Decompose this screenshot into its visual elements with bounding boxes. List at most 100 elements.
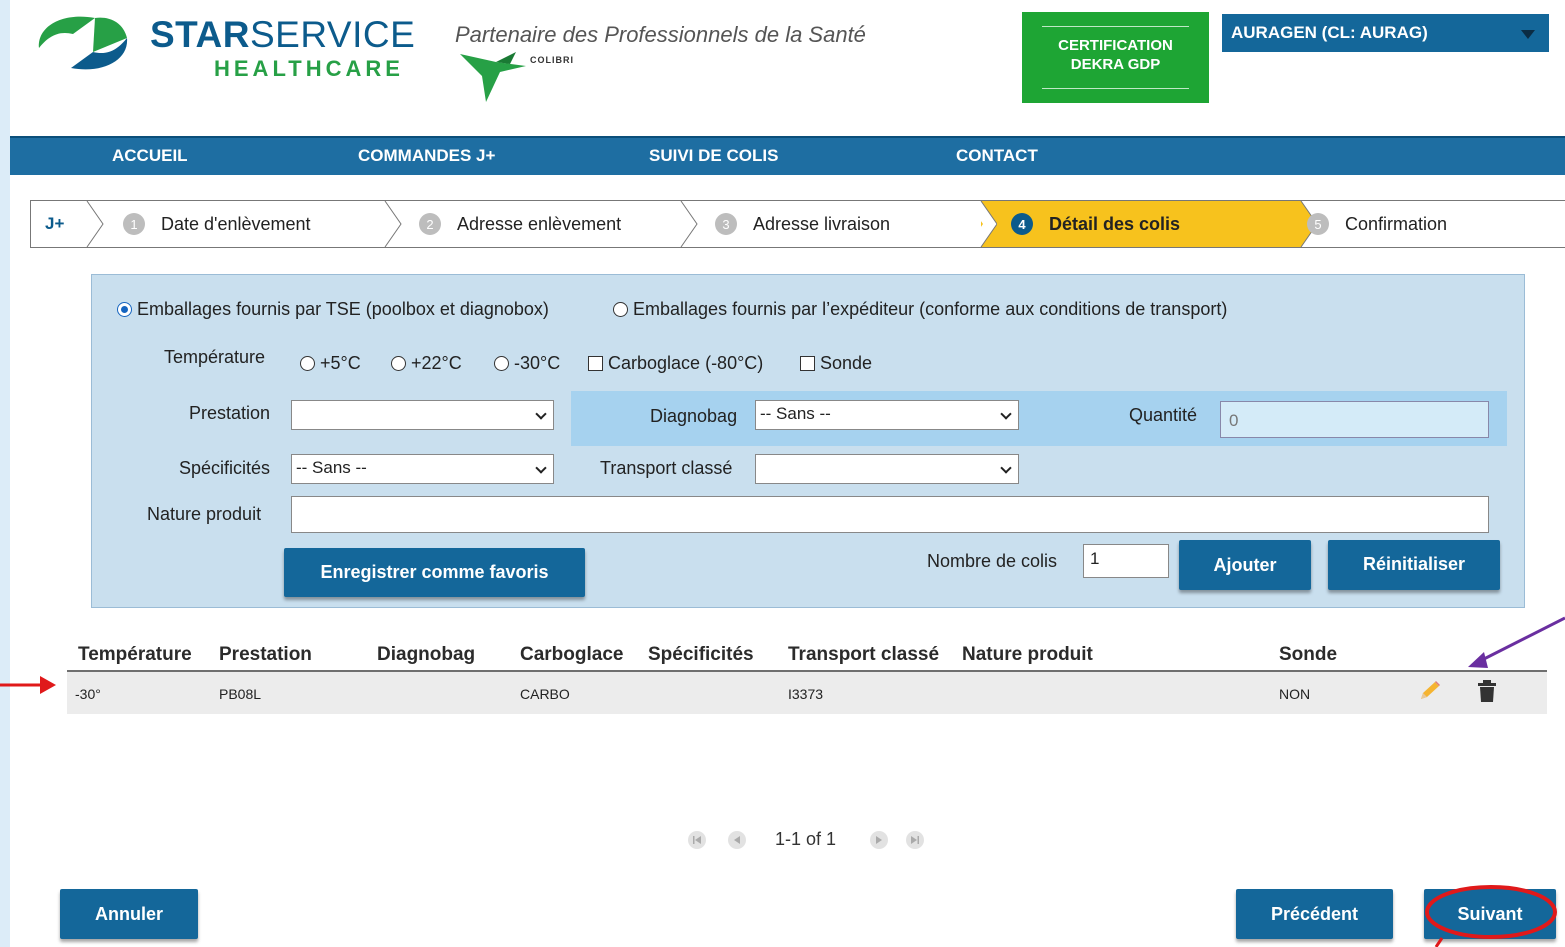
brand-light: SERVICE	[249, 14, 416, 55]
col-header-sonde[interactable]: Sonde	[1279, 644, 1337, 666]
nombre-colis-label: Nombre de colis	[927, 551, 1058, 571]
main-nav: ACCUEIL COMMANDES J+ SUIVI DE COLIS CONT…	[10, 136, 1565, 175]
cell-temperature: -30°	[75, 686, 101, 702]
checkbox[interactable]	[800, 356, 815, 371]
step-date-enlevement[interactable]: 1 Date d'enlèvement	[123, 201, 311, 247]
quantite-label: Quantité	[1129, 405, 1198, 425]
page-frame	[0, 0, 10, 947]
chevron-right-icon	[86, 201, 104, 247]
step-label: Adresse enlèvement	[457, 213, 622, 234]
col-header-carboglace[interactable]: Carboglace	[520, 644, 623, 666]
chevron-right-icon	[967, 201, 997, 247]
add-button[interactable]: Ajouter	[1179, 540, 1311, 590]
transport-classe-label: Transport classé	[600, 458, 733, 478]
step-confirmation[interactable]: 5 Confirmation	[1307, 201, 1447, 247]
step-adresse-enlevement[interactable]: 2 Adresse enlèvement	[419, 201, 621, 247]
radio-button[interactable]	[613, 302, 628, 317]
account-name: AURAGEN (CL: AURAG)	[1231, 23, 1428, 42]
packaging-tse-option[interactable]: Emballages fournis par TSE (poolbox et d…	[117, 299, 549, 320]
brand-bold: STAR	[150, 14, 250, 55]
cert-line1: CERTIFICATION	[1058, 37, 1173, 54]
transport-classe-select[interactable]	[755, 454, 1019, 484]
radio-button[interactable]	[494, 356, 509, 371]
stepper-prefix: J+	[45, 214, 65, 233]
brand-sub: HEALTHCARE	[214, 56, 404, 81]
col-header-prestation[interactable]: Prestation	[219, 644, 312, 666]
chevron-down-icon	[535, 462, 547, 474]
starservice-logo-icon	[38, 16, 128, 70]
colibri-label: COLIBRI	[530, 55, 574, 65]
previous-page-icon[interactable]	[728, 831, 746, 849]
pager-status: 1-1 of 1	[775, 829, 837, 849]
specificites-label: Spécificités	[179, 458, 271, 478]
prestation-label: Prestation	[189, 403, 271, 423]
tagline: Partenaire des Professionnels de la Sant…	[455, 22, 866, 47]
prestation-select[interactable]	[291, 400, 554, 430]
save-favorites-button[interactable]: Enregistrer comme favoris	[284, 548, 585, 597]
cancel-button[interactable]: Annuler	[60, 889, 198, 939]
nav-suivi-colis[interactable]: SUIVI DE COLIS	[649, 146, 778, 166]
col-header-specificites[interactable]: Spécificités	[648, 644, 754, 666]
carboglace-label: Carboglace (-80°C)	[608, 353, 764, 373]
nav-contact[interactable]: CONTACT	[956, 146, 1038, 166]
chevron-down-icon	[535, 408, 547, 420]
step-number: 5	[1307, 213, 1329, 235]
radio-button[interactable]	[117, 302, 132, 317]
brand-logo[interactable]: STARSERVICE HEALTHCARE	[150, 16, 415, 82]
step-label: Adresse livraison	[753, 213, 891, 234]
nature-produit-label: Nature produit	[147, 504, 262, 524]
next-page-icon[interactable]	[870, 831, 888, 849]
step-number: 4	[1011, 213, 1033, 235]
next-button[interactable]: Suivant	[1424, 889, 1556, 939]
chevron-down-icon	[1000, 462, 1012, 474]
packaging-sender-option[interactable]: Emballages fournis par l’expéditeur (con…	[613, 299, 1227, 320]
trash-delete-icon[interactable]	[1477, 679, 1497, 703]
chevron-down-icon	[1000, 408, 1012, 420]
account-selector[interactable]: AURAGEN (CL: AURAG)	[1222, 14, 1549, 52]
sonde-label: Sonde	[820, 353, 873, 373]
cell-prestation: PB08L	[219, 686, 262, 702]
temperature-label: Température	[164, 347, 266, 367]
diagnobag-value: -- Sans --	[760, 404, 831, 423]
cert-line2: DEKRA GDP	[1070, 56, 1161, 73]
step-label: Date d'enlèvement	[161, 213, 311, 234]
nav-accueil[interactable]: ACCUEIL	[112, 146, 188, 166]
step-adresse-livraison[interactable]: 3 Adresse livraison	[715, 201, 890, 247]
first-page-icon[interactable]	[688, 831, 706, 849]
chevron-down-icon	[1521, 30, 1535, 39]
radio-button[interactable]	[300, 356, 315, 371]
diagnobag-select[interactable]: -- Sans --	[755, 400, 1019, 430]
previous-button[interactable]: Précédent	[1236, 889, 1393, 939]
quantite-input[interactable]: 0	[1220, 401, 1489, 438]
temp-option-label: +5°C	[320, 353, 361, 373]
radio-button[interactable]	[391, 356, 406, 371]
reset-button[interactable]: Réinitialiser	[1328, 540, 1500, 590]
col-header-temperature[interactable]: Température	[78, 644, 192, 666]
step-number: 1	[123, 213, 145, 235]
sonde-checkbox[interactable]: Sonde	[800, 353, 872, 374]
last-page-icon[interactable]	[906, 831, 924, 849]
temp-option-plus5[interactable]: +5°C	[300, 353, 361, 374]
step-number: 2	[419, 213, 441, 235]
col-header-diagnobag[interactable]: Diagnobag	[377, 644, 475, 666]
chevron-right-icon	[384, 201, 402, 247]
col-header-nature-produit[interactable]: Nature produit	[962, 644, 1093, 666]
step-number: 3	[715, 213, 737, 235]
purple-arrow-annotation-icon	[1468, 616, 1565, 668]
temp-option-plus22[interactable]: +22°C	[391, 353, 462, 374]
nombre-colis-input[interactable]: 1	[1083, 544, 1169, 578]
temp-option-minus30[interactable]: -30°C	[494, 353, 560, 374]
checkbox[interactable]	[588, 356, 603, 371]
diagnobag-label: Diagnobag	[650, 406, 738, 426]
nav-commandes[interactable]: COMMANDES J+	[358, 146, 495, 166]
col-header-transport-classe[interactable]: Transport classé	[788, 644, 939, 666]
cell-sonde: NON	[1279, 686, 1311, 702]
step-detail-colis[interactable]: 4 Détail des colis	[1011, 201, 1180, 247]
colibri-bird-icon	[460, 52, 526, 102]
carboglace-checkbox[interactable]: Carboglace (-80°C)	[588, 353, 763, 374]
specificites-select[interactable]: -- Sans --	[291, 454, 554, 484]
certification-badge: CERTIFICATION DEKRA GDP	[1022, 12, 1209, 103]
pencil-edit-icon[interactable]	[1417, 679, 1443, 703]
nature-produit-input[interactable]	[291, 496, 1489, 533]
cell-transport-classe: I3373	[788, 686, 824, 702]
